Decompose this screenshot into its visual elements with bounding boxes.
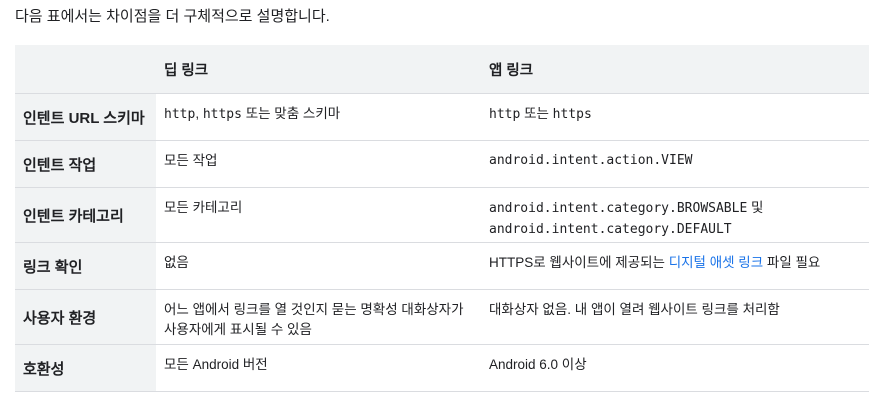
deep-link-cell: http, https 또는 맞춤 스키마 xyxy=(156,93,481,141)
cell-text: 파일 필요 xyxy=(763,255,821,270)
deep-link-cell: 없음 xyxy=(156,242,481,290)
header-deep-link: 딥 링크 xyxy=(156,45,481,94)
deep-link-cell: 모든 작업 xyxy=(156,140,481,188)
row-label: 링크 확인 xyxy=(15,242,156,290)
app-link-cell: Android 6.0 이상 xyxy=(481,344,869,392)
intro-text: 다음 표에서는 차이점을 더 구체적으로 설명합니다. xyxy=(15,8,330,25)
table-row: 인텐트 URL 스키마 http, https 또는 맞춤 스키마 http 또… xyxy=(15,93,869,141)
app-link-cell: 대화상자 없음. 내 앱이 열려 웹사이트 링크를 처리함 xyxy=(481,289,869,345)
app-link-cell: HTTPS로 웹사이트에 제공되는 디지털 애셋 링크 파일 필요 xyxy=(481,242,869,290)
table-row: 링크 확인 없음 HTTPS로 웹사이트에 제공되는 디지털 애셋 링크 파일 … xyxy=(15,242,869,290)
code-https: https xyxy=(202,107,242,122)
app-link-cell: android.intent.category.BROWSABLE 및 andr… xyxy=(481,187,869,243)
code-http: http xyxy=(164,107,196,122)
cell-text: HTTPS로 웹사이트에 제공되는 xyxy=(489,255,669,270)
table-row: 호환성 모든 Android 버전 Android 6.0 이상 xyxy=(15,344,869,392)
cell-text: 또는 맞춤 스키마 xyxy=(241,106,341,121)
deep-link-cell: 모든 카테고리 xyxy=(156,187,481,243)
row-label: 사용자 환경 xyxy=(15,289,156,345)
table-row: 인텐트 작업 모든 작업 android.intent.action.VIEW xyxy=(15,140,869,188)
code-http: http xyxy=(489,107,521,122)
code-default: android.intent.category.DEFAULT xyxy=(489,222,732,237)
row-label: 호환성 xyxy=(15,344,156,392)
app-link-cell: http 또는 https xyxy=(481,93,869,141)
code-browsable: android.intent.category.BROWSABLE xyxy=(489,201,748,216)
cell-text: 및 xyxy=(747,200,764,215)
code-https: https xyxy=(552,107,592,122)
row-label: 인텐트 URL 스키마 xyxy=(15,93,156,141)
table-header-row: 딥 링크 앱 링크 xyxy=(15,45,869,94)
cell-text: 또는 xyxy=(520,106,553,121)
deep-link-cell: 모든 Android 버전 xyxy=(156,344,481,392)
cell-text: , xyxy=(195,106,203,121)
comparison-table: 딥 링크 앱 링크 인텐트 URL 스키마 http, https 또는 맞춤 … xyxy=(15,45,869,392)
app-link-cell: android.intent.action.VIEW xyxy=(481,140,869,188)
row-label: 인텐트 카테고리 xyxy=(15,187,156,243)
header-empty xyxy=(15,45,156,94)
header-app-link: 앱 링크 xyxy=(481,45,869,94)
table-row: 인텐트 카테고리 모든 카테고리 android.intent.category… xyxy=(15,187,869,243)
row-label: 인텐트 작업 xyxy=(15,140,156,188)
digital-asset-links-link[interactable]: 디지털 애셋 링크 xyxy=(669,255,763,270)
table-row: 사용자 환경 어느 앱에서 링크를 열 것인지 묻는 명확성 대화상자가 사용자… xyxy=(15,289,869,345)
deep-link-cell: 어느 앱에서 링크를 열 것인지 묻는 명확성 대화상자가 사용자에게 표시될 … xyxy=(156,289,481,345)
